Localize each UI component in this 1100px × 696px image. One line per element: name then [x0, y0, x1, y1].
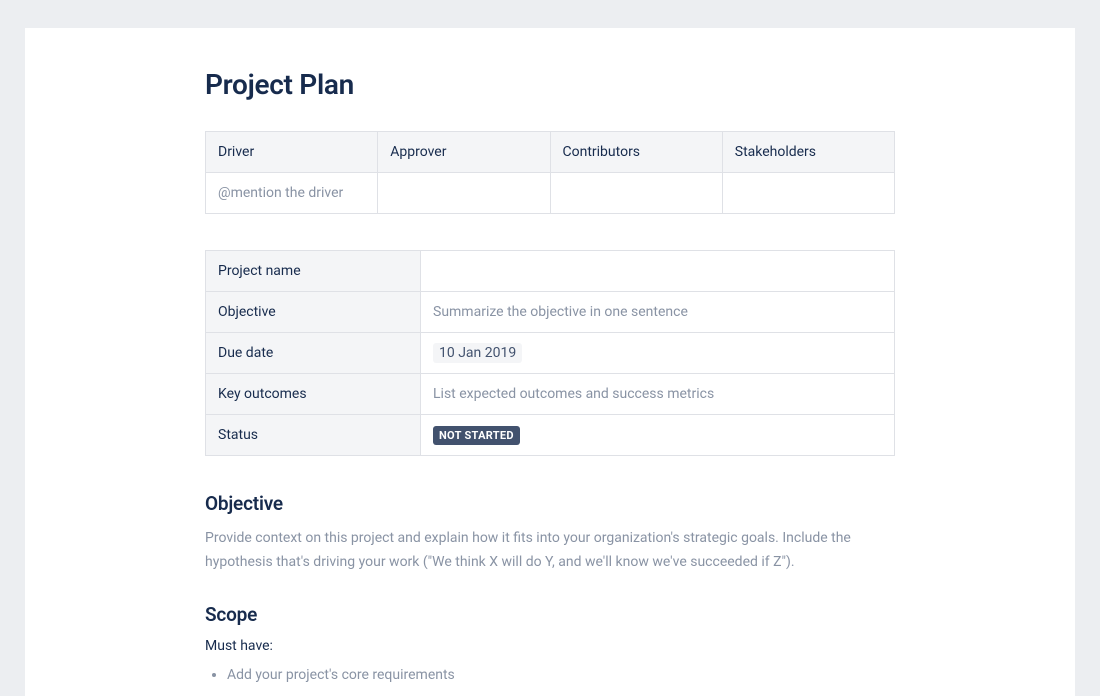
due-date-chip[interactable]: 10 Jan 2019 [433, 343, 522, 363]
detail-value-key-outcomes[interactable]: List expected outcomes and success metri… [421, 374, 895, 415]
objective-heading[interactable]: Objective [205, 492, 895, 515]
status-badge[interactable]: NOT STARTED [433, 426, 520, 445]
objective-placeholder: Summarize the objective in one sentence [433, 304, 688, 320]
table-row: Objective Summarize the objective in one… [206, 292, 895, 333]
detail-label-status[interactable]: Status [206, 415, 421, 456]
scope-must-have-label[interactable]: Must have: [205, 638, 895, 654]
scope-must-have-list: Add your project's core requirements [205, 664, 895, 688]
roles-cell-contributors[interactable] [550, 173, 722, 214]
table-row: Due date 10 Jan 2019 [206, 333, 895, 374]
detail-label-key-outcomes[interactable]: Key outcomes [206, 374, 421, 415]
objective-body[interactable]: Provide context on this project and expl… [205, 527, 895, 575]
detail-label-due-date[interactable]: Due date [206, 333, 421, 374]
roles-table: Driver Approver Contributors Stakeholder… [205, 131, 895, 214]
document-page: Project Plan Driver Approver Contributor… [25, 28, 1075, 696]
roles-cell-approver[interactable] [378, 173, 550, 214]
list-item[interactable]: Add your project's core requirements [227, 664, 895, 688]
detail-value-status[interactable]: NOT STARTED [421, 415, 895, 456]
detail-value-project-name[interactable] [421, 251, 895, 292]
roles-header-approver[interactable]: Approver [378, 132, 550, 173]
detail-value-objective[interactable]: Summarize the objective in one sentence [421, 292, 895, 333]
roles-header-stakeholders[interactable]: Stakeholders [722, 132, 894, 173]
detail-value-due-date[interactable]: 10 Jan 2019 [421, 333, 895, 374]
key-outcomes-placeholder: List expected outcomes and success metri… [433, 386, 714, 402]
table-row: Key outcomes List expected outcomes and … [206, 374, 895, 415]
detail-label-objective[interactable]: Objective [206, 292, 421, 333]
table-row: Status NOT STARTED [206, 415, 895, 456]
roles-header-contributors[interactable]: Contributors [550, 132, 722, 173]
roles-cell-driver[interactable]: @mention the driver [206, 173, 378, 214]
table-row: Project name [206, 251, 895, 292]
details-table: Project name Objective Summarize the obj… [205, 250, 895, 456]
roles-cell-stakeholders[interactable] [722, 173, 894, 214]
page-title[interactable]: Project Plan [205, 68, 895, 101]
table-row: @mention the driver [206, 173, 895, 214]
driver-placeholder: @mention the driver [218, 185, 343, 201]
roles-header-driver[interactable]: Driver [206, 132, 378, 173]
scope-heading[interactable]: Scope [205, 603, 895, 626]
detail-label-project-name[interactable]: Project name [206, 251, 421, 292]
